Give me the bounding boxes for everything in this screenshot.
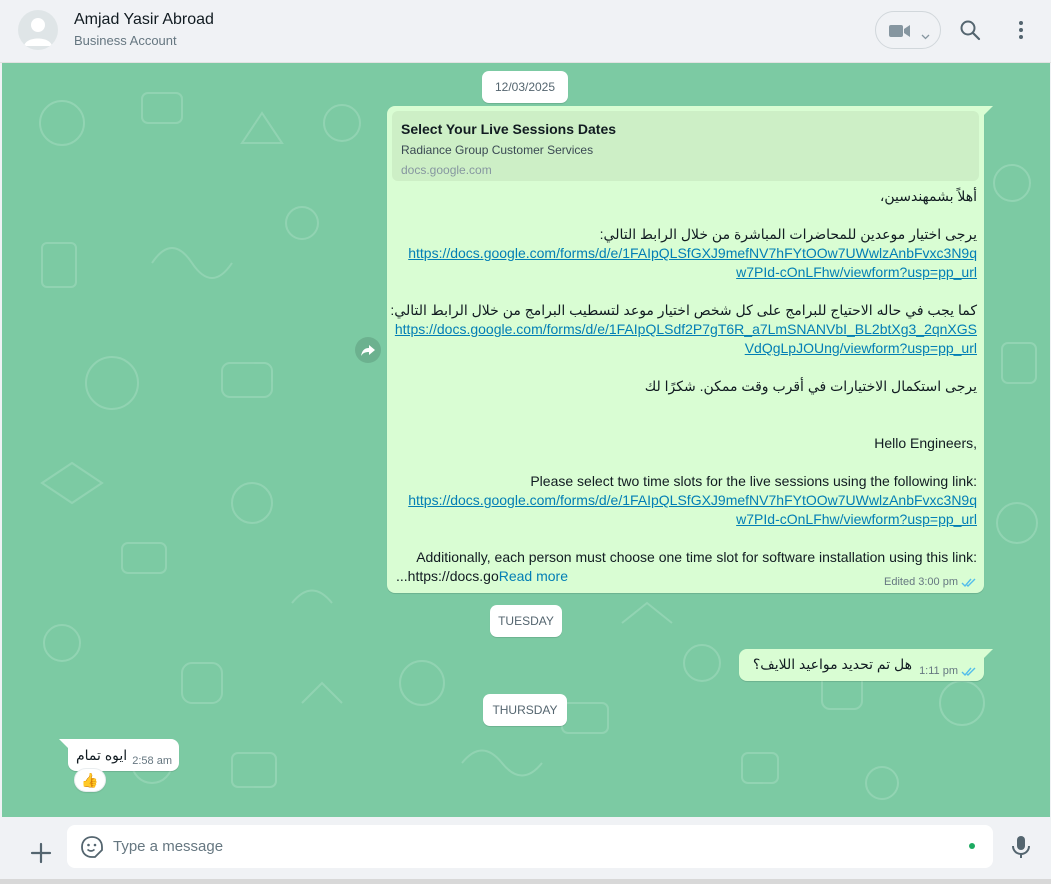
message-link[interactable]: https://docs.google.com/forms/d/e/1FAIpQ… (408, 245, 977, 261)
date-separator: THURSDAY (483, 694, 567, 726)
link-preview-description: Radiance Group Customer Services (401, 143, 594, 157)
message-link[interactable]: w7PId-cOnLFhw/viewform?usp=pp_url (736, 511, 977, 527)
link-preview-title: Select Your Live Sessions Dates (401, 121, 617, 137)
message-text: ايوه تمام (76, 747, 128, 763)
bubble-tail (983, 106, 993, 116)
message-meta: Edited 3:00 pm (884, 576, 958, 588)
message-last-line: ...https://docs.goRead more (396, 568, 568, 584)
contact-subtitle: Business Account (74, 33, 177, 48)
default-avatar-icon[interactable] (18, 10, 58, 50)
bubble-tail (983, 649, 993, 659)
plus-icon[interactable] (29, 841, 53, 865)
reaction-thumbs-up[interactable]: 👍 (74, 768, 106, 792)
message-text: هل تم تحديد مواعيد اللايف؟ (752, 656, 912, 672)
video-call-button[interactable] (875, 11, 941, 49)
link-preview-domain: docs.google.com (401, 163, 492, 177)
chat-area[interactable]: 12/03/2025 Select Your Live Sessions Dat… (2, 63, 1050, 817)
read-more-link[interactable]: Read more (499, 568, 568, 584)
message-link[interactable]: https://docs.google.com/forms/d/e/1FAIpQ… (408, 492, 977, 508)
video-call-icon (889, 24, 911, 43)
chat-header: Amjad Yasir Abroad Business Account (0, 0, 1051, 63)
message-input-box (67, 825, 993, 868)
contact-name[interactable]: Amjad Yasir Abroad (74, 11, 214, 29)
outgoing-message[interactable]: هل تم تحديد مواعيد اللايف؟ 1:11 pm (739, 649, 993, 681)
message-text-truncated: ...https://docs.go (396, 568, 499, 584)
message-text-line: يرجى اختيار موعدين للمحاضرات المباشرة من… (599, 226, 977, 242)
read-ticks-icon (961, 578, 976, 588)
message-text-line: كما يجب في حاله الاحتياج للبرامج على كل … (390, 302, 977, 318)
message-link[interactable]: VdQgLpJOUng/viewform?usp=pp_url (745, 340, 977, 356)
message-input[interactable] (113, 833, 953, 859)
chevron-down-icon (921, 27, 930, 45)
message-time: 1:11 pm (919, 665, 958, 677)
link-preview[interactable]: Select Your Live Sessions Dates Radiance… (392, 111, 979, 181)
read-ticks-icon (961, 667, 976, 677)
message-text-line: Please select two time slots for the liv… (530, 473, 977, 489)
message-text-line: Hello Engineers, (874, 435, 977, 451)
message-text-line: يرجى استكمال الاختيارات في أقرب وقت ممكن… (644, 378, 977, 394)
outgoing-message[interactable]: Select Your Live Sessions Dates Radiance… (387, 106, 993, 593)
sticker-icon[interactable] (80, 835, 104, 859)
bubble-tail (59, 739, 69, 749)
message-link[interactable]: https://docs.google.com/forms/d/e/1FAIpQ… (395, 321, 977, 337)
status-dot (969, 843, 975, 849)
message-link[interactable]: w7PId-cOnLFhw/viewform?usp=pp_url (736, 264, 977, 280)
search-icon[interactable] (958, 18, 982, 42)
message-text-line: أهلاً بشمهندسين، (879, 188, 977, 204)
menu-icon[interactable] (1010, 18, 1032, 42)
message-text-line: Additionally, each person must choose on… (416, 549, 977, 565)
microphone-icon[interactable] (1010, 834, 1032, 860)
forward-icon[interactable] (355, 337, 381, 363)
message-time: 2:58 am (132, 755, 172, 767)
date-separator: 12/03/2025 (482, 71, 568, 103)
date-separator: TUESDAY (490, 605, 562, 637)
window-bottom-edge (0, 879, 1051, 884)
composer (0, 817, 1051, 884)
incoming-message[interactable]: ايوه تمام 2:58 am (59, 739, 179, 771)
